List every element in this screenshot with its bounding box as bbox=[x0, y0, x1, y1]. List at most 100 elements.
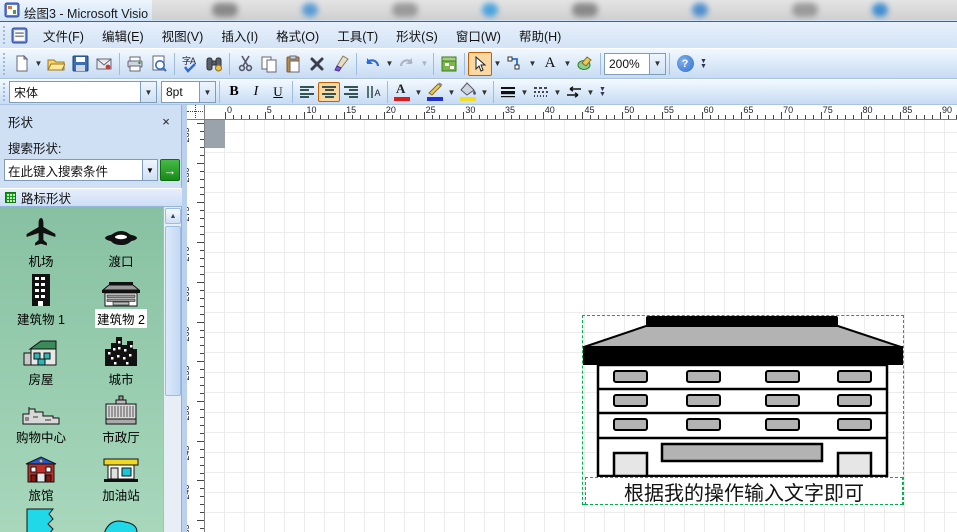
connector-tool-button[interactable] bbox=[503, 52, 527, 76]
stencil-item-lake-partial[interactable] bbox=[2, 507, 80, 532]
drawing-tool-button[interactable] bbox=[573, 52, 597, 76]
pointer-dropdown[interactable]: ▼ bbox=[492, 53, 503, 75]
horizontal-ruler: 051015202530354045505560657075808590 bbox=[205, 105, 957, 120]
align-center-button[interactable] bbox=[318, 82, 340, 102]
line-color-button[interactable] bbox=[424, 82, 446, 102]
search-input[interactable]: 在此键入搜索条件 ▼ bbox=[4, 159, 158, 181]
align-right-button[interactable] bbox=[340, 82, 362, 102]
delete-button[interactable] bbox=[305, 52, 329, 76]
stencil-item-city-hall[interactable]: 市政厅 bbox=[82, 391, 160, 446]
stencil-item-hotel[interactable]: 旅馆 bbox=[2, 449, 80, 504]
font-color-dropdown[interactable]: ▼ bbox=[413, 81, 424, 103]
align-left-button[interactable] bbox=[296, 82, 318, 102]
vertical-text-button[interactable]: A bbox=[362, 82, 384, 102]
redo-dropdown[interactable]: ▼ bbox=[419, 53, 430, 75]
toolbar-grip[interactable] bbox=[2, 52, 7, 75]
new-dropdown[interactable]: ▼ bbox=[33, 53, 44, 75]
undo-button[interactable] bbox=[360, 52, 384, 76]
open-button[interactable] bbox=[44, 52, 68, 76]
fill-color-button[interactable] bbox=[457, 82, 479, 102]
toolbar-options-overflow[interactable]: ▼▼ bbox=[697, 52, 710, 76]
stencil-item-pond-partial[interactable] bbox=[82, 513, 160, 532]
hotel-icon bbox=[22, 455, 60, 483]
research-button[interactable] bbox=[202, 52, 226, 76]
stencil-scrollbar[interactable]: ▲ bbox=[163, 207, 181, 532]
stencil-item-city[interactable]: 城市 bbox=[82, 333, 160, 388]
stencil-item-building-1[interactable]: 建筑物 1 bbox=[2, 273, 80, 328]
stencil-item-shopping-center[interactable]: 购物中心 bbox=[2, 391, 80, 446]
shape-window-button[interactable] bbox=[437, 52, 461, 76]
shape-text-box[interactable]: 根据我的操作输入文字即可 bbox=[585, 477, 903, 505]
line-ends-dropdown[interactable]: ▼ bbox=[585, 81, 596, 103]
menu-edit[interactable]: 编辑(E) bbox=[93, 22, 153, 49]
stencil-item-building-2[interactable]: 建筑物 2 bbox=[82, 273, 160, 328]
menu-help[interactable]: 帮助(H) bbox=[510, 22, 570, 49]
new-button[interactable] bbox=[9, 52, 33, 76]
toolbar-grip-2[interactable] bbox=[2, 82, 7, 101]
menu-tools[interactable]: 工具(T) bbox=[328, 22, 387, 49]
zoom-combobox[interactable]: 200% ▼ bbox=[604, 53, 666, 75]
print-button[interactable] bbox=[123, 52, 147, 76]
menu-window[interactable]: 窗口(W) bbox=[447, 22, 510, 49]
fill-color-dropdown[interactable]: ▼ bbox=[479, 81, 490, 103]
line-ends-button[interactable] bbox=[563, 82, 585, 102]
menu-file[interactable]: 文件(F) bbox=[34, 22, 93, 49]
line-color-dropdown[interactable]: ▼ bbox=[446, 81, 457, 103]
line-weight-dropdown[interactable]: ▼ bbox=[519, 81, 530, 103]
drawing-canvas[interactable]: 根据我的操作输入文字即可 bbox=[205, 120, 957, 532]
bold-button[interactable]: B bbox=[223, 82, 245, 102]
format-painter-button[interactable] bbox=[329, 52, 353, 76]
line-ends-arrows-icon bbox=[565, 85, 583, 99]
cut-button[interactable] bbox=[233, 52, 257, 76]
undo-dropdown[interactable]: ▼ bbox=[384, 53, 395, 75]
pointer-tool-button[interactable] bbox=[468, 52, 492, 76]
text-tool-dropdown[interactable]: ▼ bbox=[562, 53, 573, 75]
menu-format[interactable]: 格式(O) bbox=[267, 22, 328, 49]
line-pattern-button[interactable] bbox=[530, 82, 552, 102]
font-size-value: 8pt bbox=[162, 85, 199, 99]
scrollbar-thumb[interactable] bbox=[165, 226, 181, 396]
redo-arrow-icon bbox=[398, 55, 416, 73]
stencil-item-ferry[interactable]: 渡口 bbox=[82, 215, 160, 270]
italic-button[interactable]: I bbox=[245, 82, 267, 102]
line-pattern-icon bbox=[533, 85, 549, 99]
menubar-grip[interactable] bbox=[2, 25, 7, 46]
spelling-button[interactable]: 字A bbox=[178, 52, 202, 76]
mail-button[interactable] bbox=[92, 52, 116, 76]
connector-dropdown[interactable]: ▼ bbox=[527, 53, 538, 75]
menu-view[interactable]: 视图(V) bbox=[153, 22, 213, 49]
stencil-item-house[interactable]: 房屋 bbox=[2, 333, 80, 388]
font-color-button[interactable]: A bbox=[391, 82, 413, 102]
search-dropdown-icon[interactable]: ▼ bbox=[142, 160, 157, 180]
spelling-check-icon: 字A bbox=[181, 55, 199, 73]
save-button[interactable] bbox=[68, 52, 92, 76]
text-tool-button[interactable]: A bbox=[538, 52, 562, 76]
stencil-item-gas-station[interactable]: 加油站 bbox=[82, 449, 160, 504]
new-document-icon bbox=[13, 55, 30, 72]
print-preview-button[interactable] bbox=[147, 52, 171, 76]
close-icon[interactable]: × bbox=[158, 114, 174, 129]
paste-button[interactable] bbox=[281, 52, 305, 76]
stencil-section-bar[interactable]: 路标形状 bbox=[0, 188, 182, 207]
stencil-item-airport[interactable]: 机场 bbox=[2, 215, 80, 270]
font-size-dropdown-icon[interactable]: ▼ bbox=[199, 82, 215, 102]
underline-button[interactable]: U bbox=[267, 82, 289, 102]
redo-button[interactable] bbox=[395, 52, 419, 76]
menu-insert[interactable]: 插入(I) bbox=[212, 22, 267, 49]
line-pattern-dropdown[interactable]: ▼ bbox=[552, 81, 563, 103]
scroll-up-icon[interactable]: ▲ bbox=[165, 208, 181, 224]
font-name-dropdown-icon[interactable]: ▼ bbox=[140, 82, 156, 102]
shapes-panel: 形状 × 搜索形状: 在此键入搜索条件 ▼ → 路标形状 机场 渡口 bbox=[0, 105, 182, 532]
search-go-button[interactable]: → bbox=[160, 159, 180, 181]
menu-shape[interactable]: 形状(S) bbox=[387, 22, 447, 49]
formatting-toolbar-overflow[interactable]: ▼▼ bbox=[596, 80, 609, 104]
building-2-shape[interactable] bbox=[582, 315, 904, 477]
zoom-dropdown-icon[interactable]: ▼ bbox=[649, 54, 665, 74]
help-button[interactable]: ? bbox=[673, 52, 697, 76]
font-name-value: 宋体 bbox=[10, 84, 140, 101]
font-name-combobox[interactable]: 宋体 ▼ bbox=[9, 81, 157, 103]
open-folder-icon bbox=[47, 55, 65, 73]
copy-button[interactable] bbox=[257, 52, 281, 76]
line-weight-button[interactable] bbox=[497, 82, 519, 102]
font-size-combobox[interactable]: 8pt ▼ bbox=[161, 81, 216, 103]
